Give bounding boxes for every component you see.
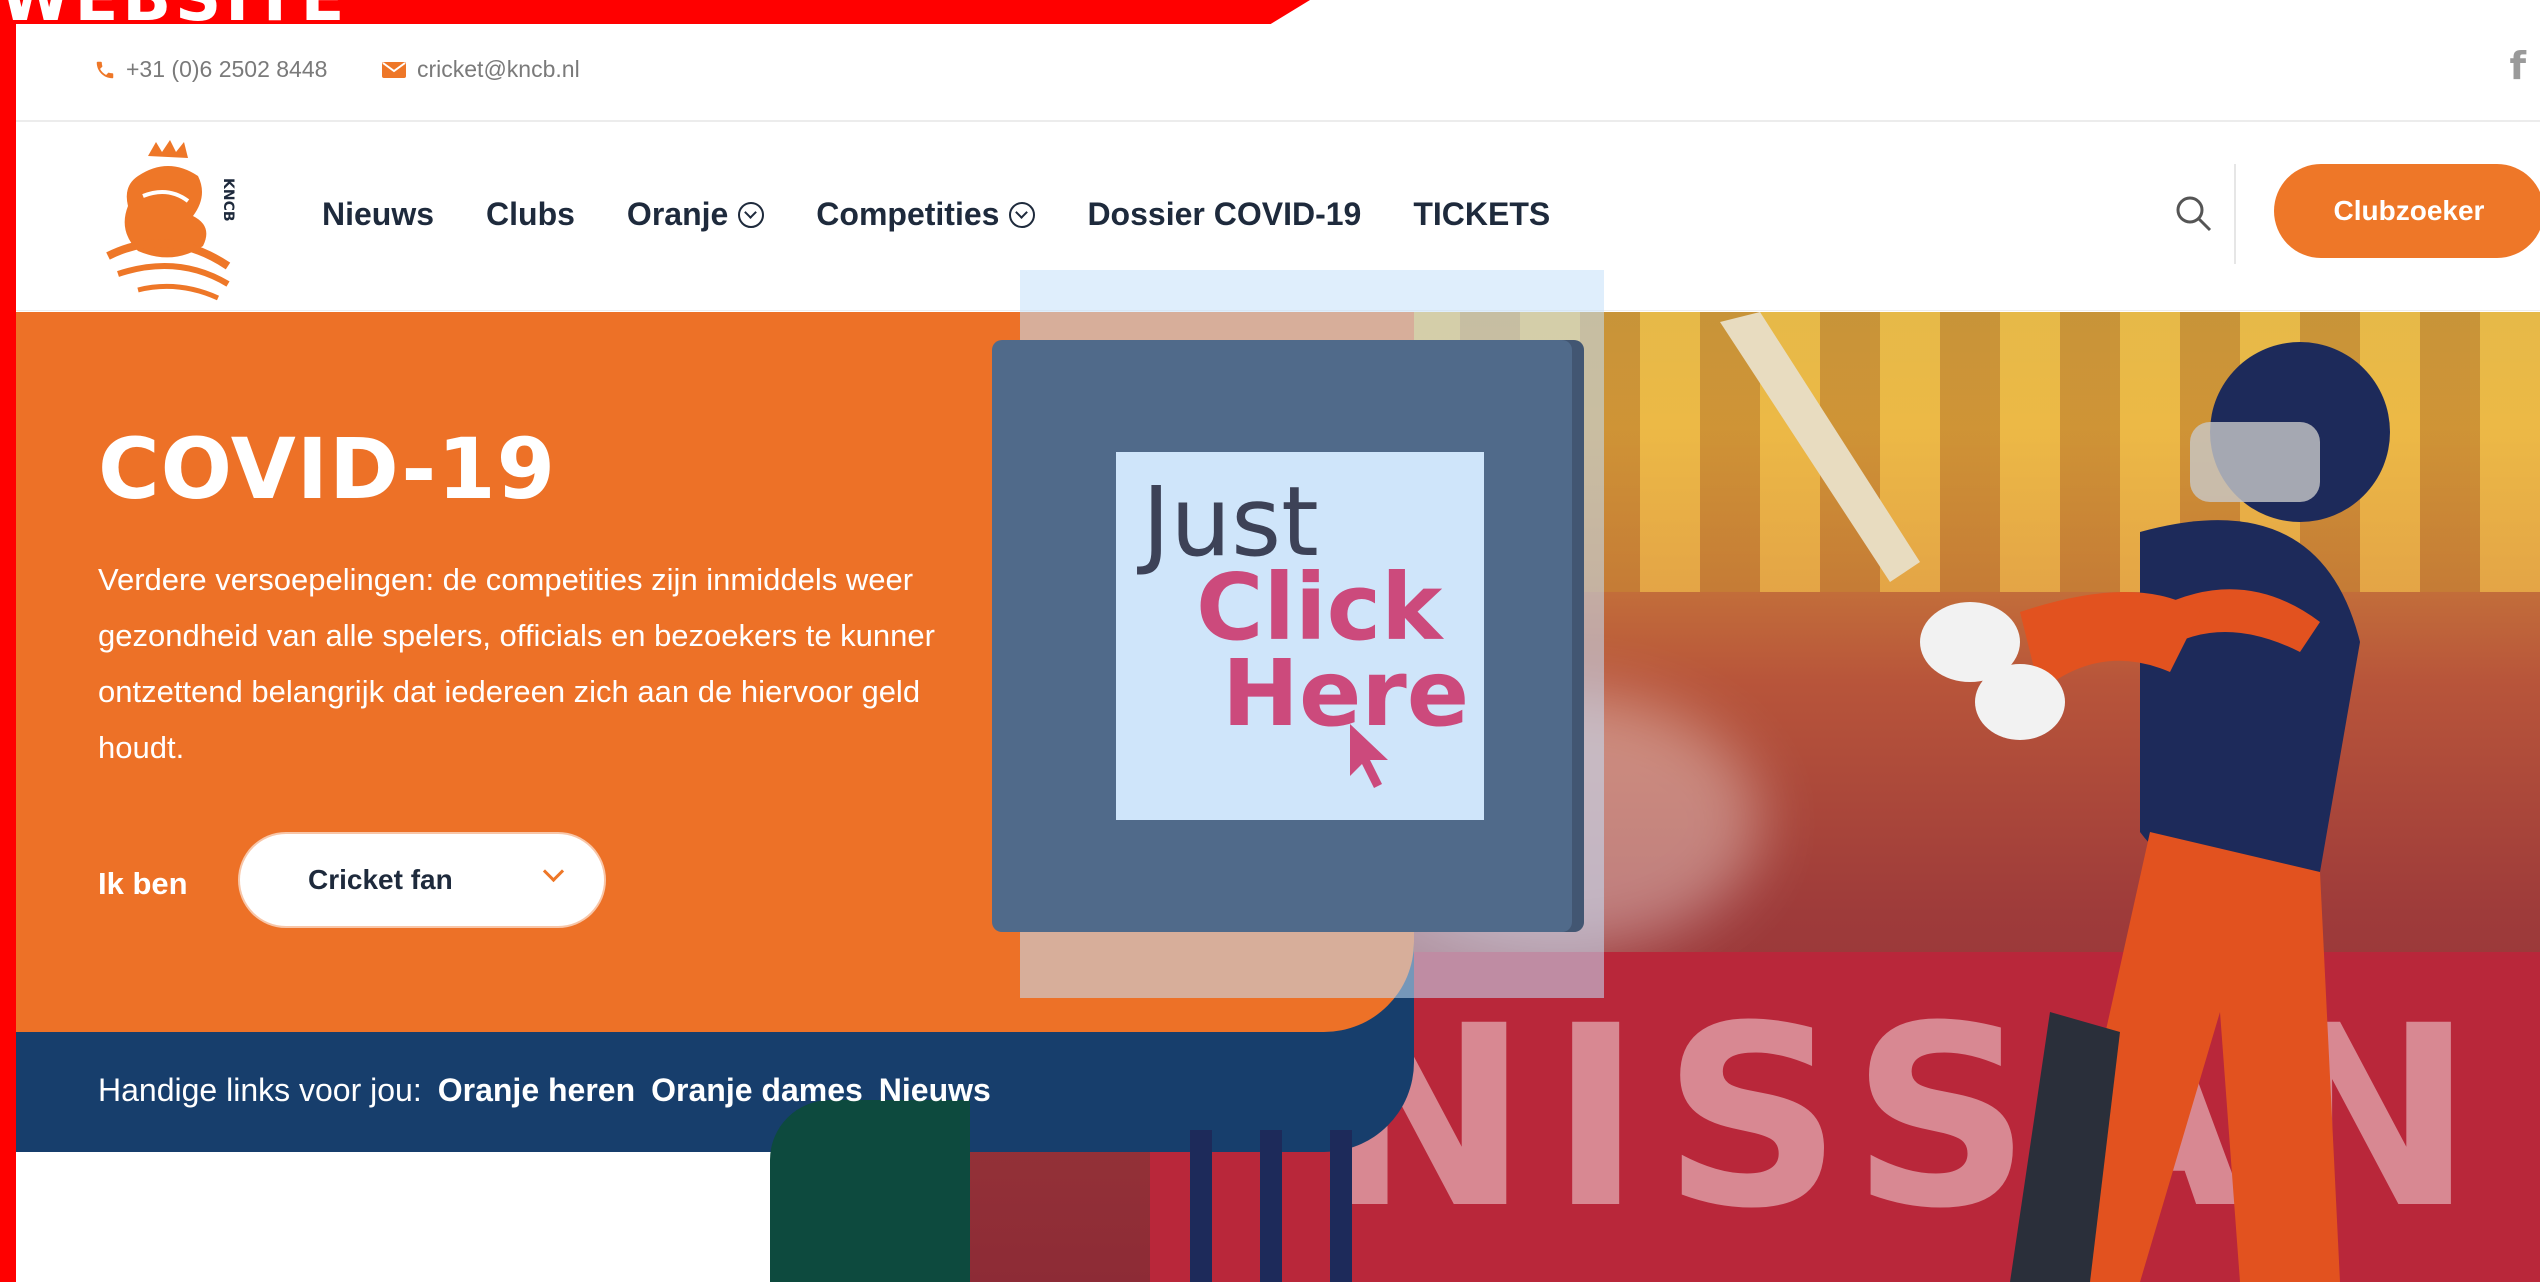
- mail-icon: [382, 61, 406, 78]
- search-button[interactable]: [2170, 190, 2218, 238]
- phone-contact[interactable]: +31 (0)6 2502 8448: [94, 56, 327, 83]
- chevron-down-icon: [738, 201, 765, 228]
- just-click-here-button[interactable]: Just Click Here: [1116, 452, 1484, 820]
- nav-item-tickets[interactable]: TICKETS: [1413, 196, 1550, 233]
- nav-item-competities[interactable]: Competities: [816, 196, 1036, 233]
- svg-text:KNCB: KNCB: [220, 178, 236, 222]
- banner-text: WEBSITE: [0, 0, 348, 24]
- clubzoeker-button[interactable]: Clubzoeker: [2274, 164, 2540, 258]
- ik-ben-label: Ik ben: [98, 866, 188, 901]
- phone-number: +31 (0)6 2502 8448: [126, 56, 328, 82]
- top-red-banner: WEBSITE: [0, 0, 1310, 24]
- phone-icon: [96, 61, 114, 78]
- stumps-image: [1190, 1130, 1352, 1282]
- hero-description: Verdere versoepelingen: de competities z…: [98, 552, 1018, 778]
- overlay-line-here: Here: [1222, 640, 1470, 747]
- nav-item-nieuws[interactable]: Nieuws: [322, 196, 434, 233]
- quick-links-label: Handige links voor jou:: [98, 1072, 422, 1108]
- link-oranje-heren[interactable]: Oranje heren: [438, 1072, 635, 1109]
- lion-logo-icon: KNCB: [106, 140, 236, 301]
- left-red-frame: [0, 0, 16, 1282]
- hero-text-line: ontzettend belangrijk dat iedereen zich …: [98, 674, 921, 709]
- role-select[interactable]: Cricket fan: [240, 834, 604, 926]
- chevron-down-icon: [542, 860, 565, 883]
- email-contact[interactable]: cricket@kncb.nl: [381, 56, 580, 83]
- nav-label: TICKETS: [1413, 196, 1551, 232]
- search-icon: [2176, 196, 2212, 232]
- role-select-value: Cricket fan: [308, 864, 453, 895]
- contact-bar: +31 (0)6 2502 8448 cricket@kncb.nl f: [16, 24, 2540, 122]
- chevron-down-icon: [1009, 201, 1036, 228]
- link-oranje-dames[interactable]: Oranje dames: [651, 1072, 863, 1109]
- facebook-icon[interactable]: f: [2509, 44, 2526, 88]
- nav-label: Oranje: [626, 196, 729, 232]
- nav-label: Clubs: [486, 196, 575, 232]
- link-nieuws[interactable]: Nieuws: [879, 1072, 991, 1109]
- kncb-logo[interactable]: KNCB: [98, 136, 248, 306]
- nav-label: Dossier COVID-19: [1087, 196, 1362, 232]
- email-address: cricket@kncb.nl: [417, 56, 580, 82]
- cricket-player-image: [1720, 312, 2390, 1282]
- quick-links-bar: Handige links voor jou: Oranje heren Ora…: [98, 1072, 991, 1109]
- photo-strip: [770, 1100, 970, 1282]
- main-nav: Nieuws Clubs Oranje Competities Dossier …: [322, 196, 1550, 233]
- nav-label: Competities: [816, 196, 1000, 232]
- nav-item-oranje[interactable]: Oranje: [626, 196, 765, 233]
- nav-item-clubs[interactable]: Clubs: [486, 196, 575, 233]
- header-divider: [2234, 164, 2236, 264]
- hero-text-line: houdt.: [98, 730, 185, 765]
- hero-text-line: Verdere versoepelingen: de competities z…: [98, 562, 914, 597]
- hero-text-line: gezondheid van alle spelers, officials e…: [98, 618, 935, 653]
- cursor-arrow-icon: [1350, 724, 1388, 788]
- nav-label: Nieuws: [322, 196, 435, 232]
- nav-item-dossier-covid[interactable]: Dossier COVID-19: [1087, 196, 1361, 233]
- hero-title: COVID-19: [98, 420, 557, 518]
